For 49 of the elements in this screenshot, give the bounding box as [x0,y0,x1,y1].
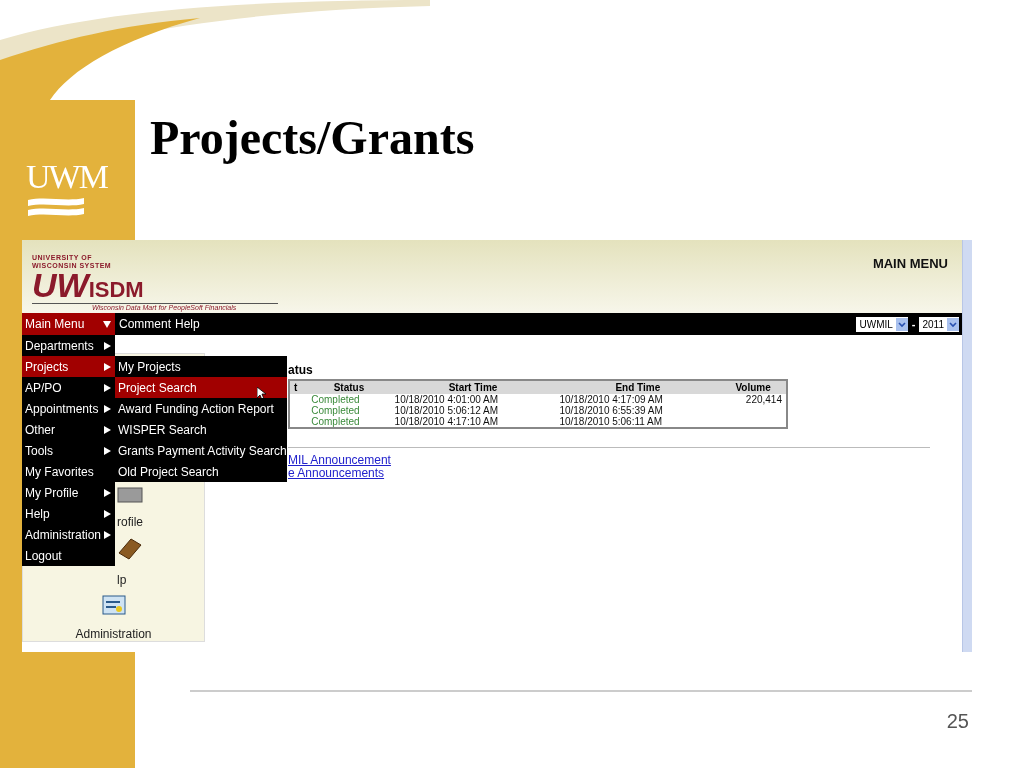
sidebar-label[interactable]: Administration [75,627,152,641]
menu-item[interactable]: Projects [22,356,115,377]
page-heading: MAIN MENU [872,255,948,273]
column-header: Status [307,380,391,394]
submenu-arrow-icon [104,530,111,539]
submenu-arrow-icon [104,509,111,518]
submenu-arrow-icon [104,425,111,434]
table-cell-text: 10/18/2010 6:55:39 AM [558,405,664,416]
submenu-arrow-icon [104,404,111,413]
announcement-link[interactable]: MIL Announcement [288,454,942,467]
cursor-icon [257,387,267,401]
submenu-arrow-icon [104,362,111,371]
id-card-icon [117,487,143,503]
submenu-item[interactable]: Project Search [115,377,287,398]
book-icon [117,537,143,561]
column-header: Volume [720,380,787,394]
table-cell: 10/18/2010 5:06:11 AM [555,416,721,428]
table-cell: 10/18/2010 4:17:09 AM [555,394,721,405]
sidebar-label[interactable]: rofile [117,515,143,529]
select-field[interactable]: 2011 [919,316,959,332]
table-cell: 10/18/2010 4:01:00 AM [390,394,556,405]
submenu-arrow-icon [104,341,111,350]
submenu-arrow-icon [104,446,111,455]
table-cell-text: Completed [310,405,361,416]
select-separator: - [911,318,916,330]
announcement-link[interactable]: e Announcements [288,467,942,480]
submenu-arrow-icon [104,488,111,497]
sidebar-label[interactable]: lp [117,573,127,587]
nav-link[interactable]: Comment [119,317,171,331]
table-cell: Completed [307,416,391,428]
column-header: t [289,380,308,394]
submenu-arrow-icon [104,383,111,392]
toolbox-icon [101,595,126,615]
page-number: 25 [946,710,969,733]
column-header: End Time [555,380,721,394]
table-cell: 220,414 [720,394,787,405]
column-header: Start Time [390,380,556,394]
scrollbar[interactable] [962,240,972,652]
main-menu-button[interactable]: Main Menu [22,313,115,335]
table-title: atus [288,363,314,377]
logo-mark: UW [32,270,89,300]
nav-link[interactable]: Help [175,317,200,331]
table-cell: Completed [307,394,391,405]
caret-icon [103,320,111,328]
logo-text: UWM [26,160,107,194]
slide-title: Projects/Grants [149,110,476,165]
table-cell: 10/18/2010 4:17:10 AM [390,416,556,428]
table-cell-text: 10/18/2010 5:06:12 AM [393,405,499,416]
select-field[interactable]: UWMIL [856,316,908,332]
